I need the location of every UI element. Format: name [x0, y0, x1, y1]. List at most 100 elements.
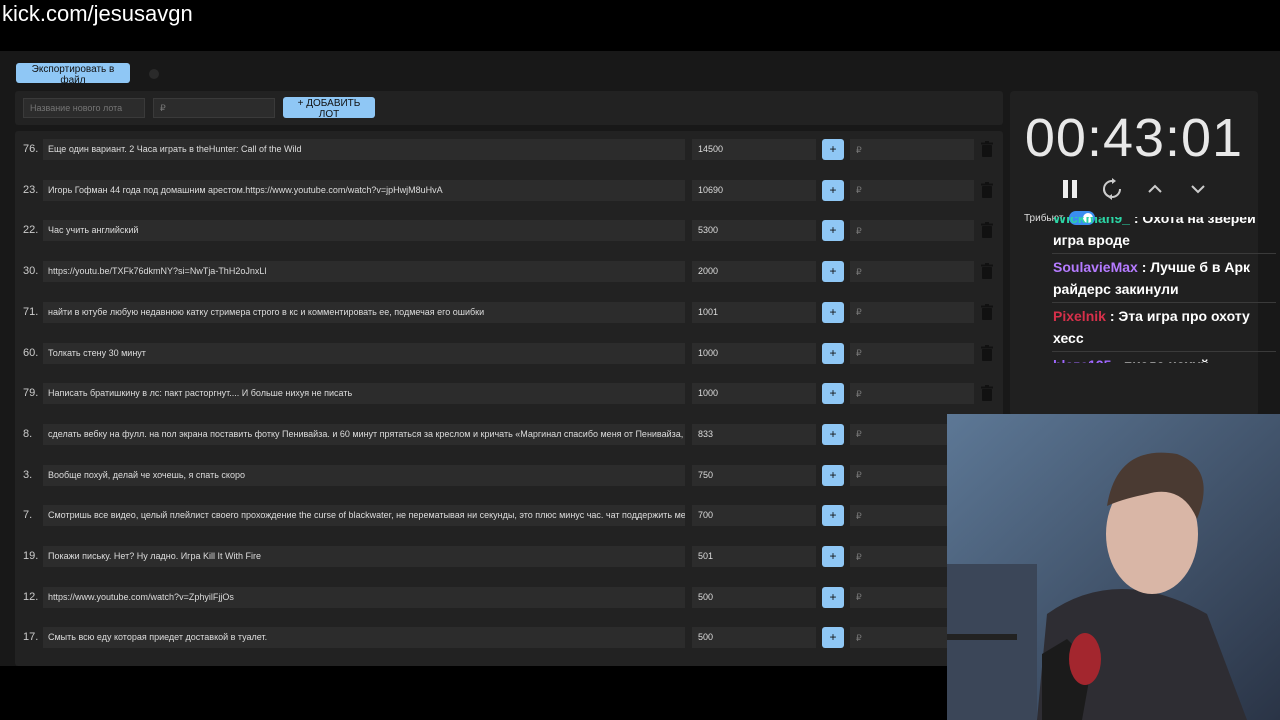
lot-number: 79. — [23, 387, 39, 400]
webcam-overlay — [947, 414, 1280, 720]
trash-icon[interactable] — [980, 385, 994, 402]
lot-amount[interactable]: 501 — [692, 546, 816, 567]
lot-title[interactable]: сделать вебку на фулл. на пол экрана пос… — [43, 423, 685, 445]
lot-amount-input[interactable] — [850, 139, 974, 160]
lot-add-amount-button[interactable]: + — [822, 261, 844, 283]
new-lot-amount-input[interactable] — [153, 98, 275, 118]
lot-amount[interactable]: 10690 — [692, 179, 816, 201]
lot-title[interactable]: найти в ютубе любую недавнюю катку стрим… — [43, 301, 685, 323]
trash-icon[interactable] — [980, 141, 994, 157]
lot-number: 60. — [23, 346, 39, 359]
chat-username[interactable]: SoulavieMax — [1053, 259, 1138, 275]
add-lot-button[interactable]: + ДОБАВИТЬ ЛОТ — [283, 97, 375, 120]
lot-add-amount-button[interactable]: + — [822, 220, 844, 242]
chat-message: SoulavieMax : Лучше б в Арк райдерс заки… — [1048, 254, 1280, 302]
lot-add-amount-button[interactable]: + — [822, 546, 844, 567]
lot-amount[interactable]: 2000 — [692, 261, 816, 283]
lot-amount[interactable]: 500 — [692, 627, 816, 649]
chat-username[interactable]: Pixelnik — [1053, 308, 1106, 324]
lot-amount-input[interactable] — [850, 383, 974, 405]
chat-username[interactable]: Wickman9_ — [1053, 217, 1130, 226]
lot-add-amount-button[interactable]: + — [822, 342, 844, 364]
lot-title[interactable]: Игорь Гофман 44 года под домашним аресто… — [43, 179, 685, 201]
lot-title[interactable]: Смотришь все видео, целый плейлист своег… — [43, 505, 685, 527]
lot-title[interactable]: Вообще похуй, делай че хочешь, я спать с… — [43, 464, 685, 486]
lot-list: 76. Еще один вариант. 2 Часа играть в the… — [15, 131, 1003, 666]
refresh-icon[interactable] — [1100, 177, 1124, 201]
status-dot — [149, 69, 159, 79]
lot-add-amount-button[interactable]: + — [822, 505, 844, 527]
lot-row: 71. найти в ютубе любую недавнюю катку ст… — [15, 294, 1003, 334]
lot-title[interactable]: https://www.youtube.com/watch?v=ZphyilFj… — [43, 586, 685, 608]
chevron-up-icon[interactable] — [1143, 177, 1167, 201]
lot-amount-input[interactable] — [850, 301, 974, 323]
lot-title[interactable]: https://youtu.be/TXFk76dkmNY?si=NwTja-Th… — [43, 261, 685, 283]
lot-row: 12. https://www.youtube.com/watch?v=Zphyi… — [15, 579, 1003, 619]
lot-number: 7. — [23, 509, 33, 522]
pause-icon[interactable] — [1058, 177, 1082, 201]
lot-amount[interactable]: 1000 — [692, 342, 816, 364]
trash-icon[interactable] — [980, 222, 994, 239]
lot-number: 12. — [23, 590, 39, 603]
chat-message: Wickman9_ : Охота на зверей игра вроде — [1048, 217, 1280, 253]
lot-add-amount-button[interactable]: + — [822, 586, 844, 608]
chat-message: blaze125 : пизда нахуй — [1048, 352, 1280, 363]
lot-row: 17. Смыть всю еду которая приедет доставк… — [15, 619, 1003, 659]
lot-title[interactable]: Толкать стену 30 минут — [43, 342, 685, 364]
lot-amount-input[interactable] — [850, 261, 974, 283]
trash-icon[interactable] — [980, 303, 994, 320]
lot-row: 19. Покажи письку. Нет? Ну ладно. Игра Ki… — [15, 538, 1003, 578]
lot-amount[interactable]: 700 — [692, 505, 816, 527]
browser-url[interactable]: kick.com/jesusavgn — [0, 0, 1280, 50]
lot-row: 7. Смотришь все видео, целый плейлист сво… — [15, 497, 1003, 537]
lot-amount[interactable]: 1001 — [692, 301, 816, 323]
lot-add-amount-button[interactable]: + — [822, 301, 844, 323]
chevron-down-icon[interactable] — [1186, 177, 1210, 201]
lot-add-amount-button[interactable]: + — [822, 423, 844, 445]
lot-title[interactable]: Написать братишкину в лс: пакт расторгну… — [43, 383, 685, 405]
chat-text: : пизда нахуй — [1115, 357, 1209, 363]
add-lot-panel: + ДОБАВИТЬ ЛОТ — [15, 91, 1003, 125]
trash-icon[interactable] — [980, 181, 994, 198]
trash-icon[interactable] — [980, 344, 994, 361]
lot-number: 17. — [23, 631, 39, 644]
export-button[interactable]: Экспортировать в файл — [16, 63, 130, 86]
lot-amount[interactable]: 750 — [692, 464, 816, 486]
chat-overlay: Wickman9_ : Охота на зверей игра вроде So… — [1048, 217, 1280, 363]
lot-title[interactable]: Час учить английский — [43, 220, 685, 242]
lot-row: 8. сделать вебку на фулл. на пол экрана п… — [15, 416, 1003, 456]
lot-add-amount-button[interactable]: + — [822, 139, 844, 160]
lot-amount[interactable]: 14500 — [692, 139, 816, 160]
lot-add-amount-button[interactable]: + — [822, 464, 844, 486]
lot-title[interactable]: Еще один вариант. 2 Часа играть в theHun… — [43, 139, 685, 160]
lot-row: 79. Написать братишкину в лс: пакт растор… — [15, 375, 1003, 415]
lot-row: 22. Час учить английский 5300 + — [15, 212, 1003, 252]
timer-display: 00:43:01 — [1024, 108, 1244, 168]
lot-row: 60. Толкать стену 30 минут 1000 + — [15, 335, 1003, 375]
lot-add-amount-button[interactable]: + — [822, 179, 844, 201]
lot-amount[interactable]: 500 — [692, 586, 816, 608]
lot-amount[interactable]: 1000 — [692, 383, 816, 405]
lot-title[interactable]: Покажи письку. Нет? Ну ладно. Игра Kill … — [43, 546, 685, 567]
trash-icon[interactable] — [980, 263, 994, 280]
chat-message: Pixelnik : Эта игра про охоту хесс — [1048, 303, 1280, 351]
lot-row: 76. Еще один вариант. 2 Часа играть в the… — [15, 131, 1003, 171]
stream-bottom-bar — [0, 666, 947, 720]
new-lot-name-input[interactable] — [23, 98, 145, 118]
lot-amount-input[interactable] — [850, 220, 974, 242]
lot-amount[interactable]: 833 — [692, 423, 816, 445]
lot-amount-input[interactable] — [850, 179, 974, 201]
lot-number: 22. — [23, 224, 39, 237]
lot-row: 23. Игорь Гофман 44 года под домашним аре… — [15, 172, 1003, 212]
lot-title[interactable]: Смыть всю еду которая приедет доставкой … — [43, 627, 685, 649]
chat-username[interactable]: blaze125 — [1053, 357, 1111, 363]
lot-number: 71. — [23, 305, 39, 318]
lot-row: 3. Вообще похуй, делай че хочешь, я спать… — [15, 457, 1003, 497]
lot-number: 8. — [23, 427, 33, 440]
lot-number: 3. — [23, 468, 33, 481]
lot-number: 19. — [23, 550, 39, 562]
lot-amount-input[interactable] — [850, 342, 974, 364]
lot-add-amount-button[interactable]: + — [822, 627, 844, 649]
lot-amount[interactable]: 5300 — [692, 220, 816, 242]
lot-add-amount-button[interactable]: + — [822, 383, 844, 405]
